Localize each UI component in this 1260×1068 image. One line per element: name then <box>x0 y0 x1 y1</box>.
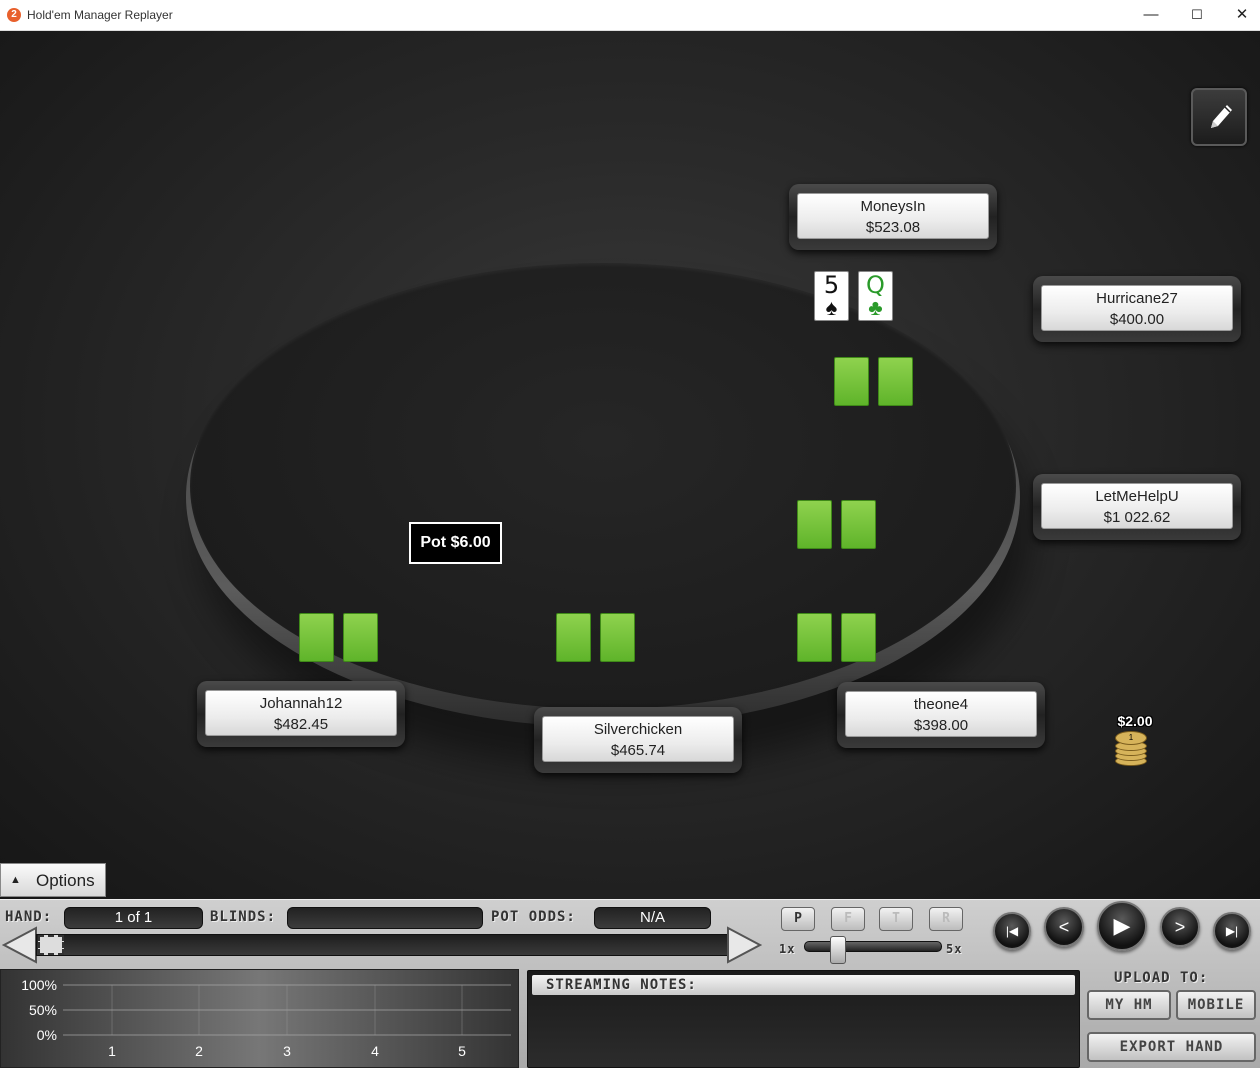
upload-to-label: UPLOAD TO: <box>1114 970 1209 986</box>
player-stack: $398.00 <box>913 717 969 734</box>
speed-slider[interactable] <box>804 941 942 952</box>
upload-my-hm-button[interactable]: MY HM <box>1087 990 1171 1020</box>
hand-counter: 1 of 1 <box>64 907 203 929</box>
hand-label: HAND: <box>5 909 53 925</box>
chip-icon: 1 <box>1115 731 1147 745</box>
card-back <box>556 613 591 662</box>
player-stack: $523.08 <box>865 219 921 236</box>
options-label: Options <box>36 871 95 890</box>
equity-chart-grid: 100% 50% 0% 1 2 3 4 5 <box>21 977 511 1059</box>
y-tick-label: 0% <box>37 1027 57 1043</box>
x-tick-label: 5 <box>458 1043 466 1059</box>
seat-plate: MoneysIn $523.08 <box>797 193 989 239</box>
speed-max-label: 5x <box>946 942 963 956</box>
blinds-label: BLINDS: <box>210 909 277 925</box>
streaming-notes-label: STREAMING NOTES: <box>546 977 697 993</box>
first-action-button[interactable]: |◀ <box>993 912 1031 950</box>
club-icon: ♣ <box>868 295 883 320</box>
x-tick-label: 2 <box>195 1043 203 1059</box>
step-forward-arrow-icon[interactable] <box>724 926 762 964</box>
edit-notes-button[interactable] <box>1191 88 1247 146</box>
seat-theone4[interactable]: theone4 $398.00 <box>837 682 1045 748</box>
timeline-thumb[interactable] <box>38 935 64 955</box>
card-back <box>834 357 869 406</box>
card-back <box>600 613 635 662</box>
hero-card: 5 ♠ <box>814 271 849 321</box>
speed-min-label: 1x <box>779 942 796 956</box>
player-name: theone4 <box>913 696 969 713</box>
caret-up-icon: ▲ <box>10 874 21 886</box>
upload-mobile-button[interactable]: MOBILE <box>1176 990 1256 1020</box>
hero-card: Q ♣ <box>858 271 893 321</box>
street-preflop-button[interactable]: P <box>781 907 815 931</box>
bet-amount: $2.00 <box>1117 713 1153 729</box>
seat-plate: Silverchicken $465.74 <box>542 716 734 762</box>
player-name: Silverchicken <box>593 721 683 738</box>
card-back <box>841 500 876 549</box>
export-hand-button[interactable]: EXPORT HAND <box>1087 1032 1256 1062</box>
card-rank: Q <box>866 271 885 299</box>
card-rank: 5 <box>823 271 840 299</box>
x-tick-label: 4 <box>371 1043 379 1059</box>
street-flop-button[interactable]: F <box>831 907 865 931</box>
minimize-button[interactable]: — <box>1128 0 1174 31</box>
title-bar: 2 Hold'em Manager Replayer — ☐ ✕ <box>0 0 1260 31</box>
x-tick-label: 3 <box>283 1043 291 1059</box>
maximize-button[interactable]: ☐ <box>1174 0 1220 31</box>
y-tick-label: 100% <box>21 977 57 993</box>
y-tick-label: 50% <box>29 1002 57 1018</box>
table-stage: MoneysIn $523.08 Hurricane27 $400.00 Let… <box>0 31 1260 899</box>
card-back <box>343 613 378 662</box>
app-logo-icon: 2 <box>7 8 21 22</box>
card-back <box>841 613 876 662</box>
speed-thumb[interactable] <box>830 936 846 964</box>
card-back <box>797 500 832 549</box>
card-back <box>878 357 913 406</box>
player-stack: $482.45 <box>273 716 329 733</box>
hand-timeline-slider[interactable] <box>36 934 730 956</box>
seat-plate: theone4 $398.00 <box>845 691 1037 737</box>
player-name: LetMeHelpU <box>1095 488 1179 505</box>
pencil-icon <box>1211 105 1232 128</box>
blinds-field <box>287 907 483 929</box>
seat-hurricane27[interactable]: Hurricane27 $400.00 <box>1033 276 1241 342</box>
spade-icon: ♠ <box>825 295 838 320</box>
next-action-button[interactable]: > <box>1160 907 1200 947</box>
street-turn-button[interactable]: T <box>879 907 913 931</box>
previous-action-button[interactable]: < <box>1044 907 1084 947</box>
seat-moneysin[interactable]: MoneysIn $523.08 <box>789 184 997 250</box>
seat-plate: Hurricane27 $400.00 <box>1041 285 1233 331</box>
pot-odds-label: POT ODDS: <box>491 909 576 925</box>
seat-silverchicken[interactable]: Silverchicken $465.74 <box>534 707 742 773</box>
equity-chart: 100% 50% 0% 1 2 3 4 5 <box>0 969 519 1068</box>
player-name: MoneysIn <box>860 198 926 215</box>
seat-letmehelpu[interactable]: LetMeHelpU $1 022.62 <box>1033 474 1241 540</box>
card-back <box>299 613 334 662</box>
seat-plate: Johannah12 $482.45 <box>205 690 397 736</box>
notes-header: STREAMING NOTES: <box>532 975 1075 995</box>
x-tick-label: 1 <box>108 1043 116 1059</box>
play-button[interactable]: ▶ <box>1097 901 1147 951</box>
last-action-button[interactable]: ▶| <box>1213 912 1251 950</box>
pot-amount: Pot $6.00 <box>409 522 502 564</box>
seat-plate: LetMeHelpU $1 022.62 <box>1041 483 1233 529</box>
player-stack: $400.00 <box>1109 311 1165 328</box>
street-river-button[interactable]: R <box>929 907 963 931</box>
streaming-notes-panel[interactable]: STREAMING NOTES: <box>527 970 1080 1068</box>
card-back <box>797 613 832 662</box>
options-toggle-button[interactable]: ▲ Options <box>0 863 106 897</box>
player-name: Johannah12 <box>259 695 343 712</box>
player-name: Hurricane27 <box>1096 290 1178 307</box>
pot-odds-field: N/A <box>594 907 711 929</box>
window-title: Hold'em Manager Replayer <box>27 8 173 22</box>
seat-johannah12[interactable]: Johannah12 $482.45 <box>197 681 405 747</box>
step-back-arrow-icon[interactable] <box>2 926 40 964</box>
player-stack: $465.74 <box>610 742 666 759</box>
close-button[interactable]: ✕ <box>1219 0 1260 31</box>
player-stack: $1 022.62 <box>1103 509 1171 526</box>
